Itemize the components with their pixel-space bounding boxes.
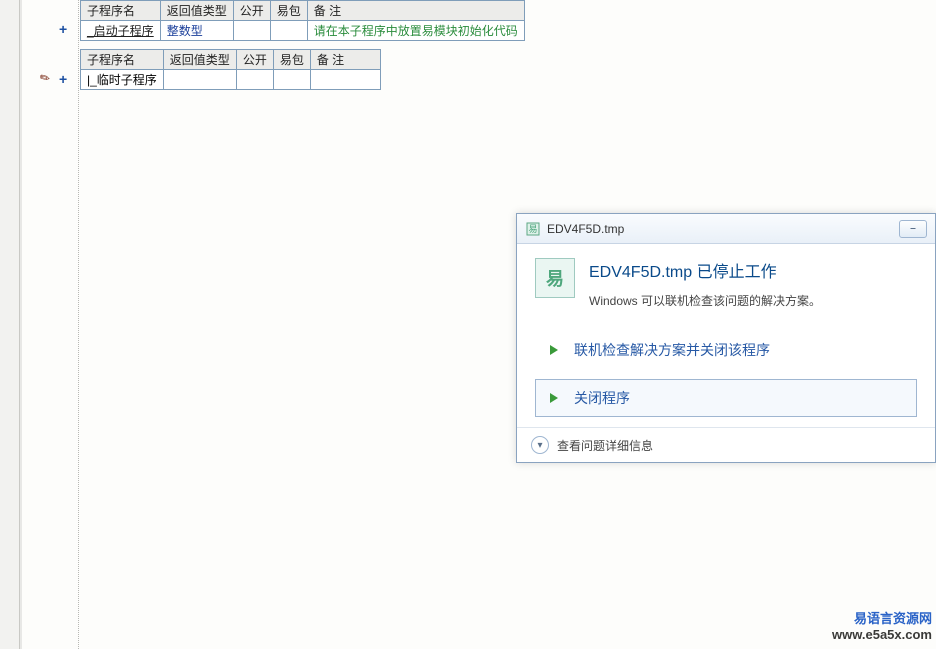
dialog-large-app-icon: 易 (535, 258, 575, 298)
expand-icon[interactable]: + (59, 71, 67, 87)
col-header-ypackage: 易包 (273, 50, 310, 70)
table-header-row: 子程序名 返回值类型 公开 易包 备 注 (81, 1, 525, 21)
col-header-name: 子程序名 (81, 50, 164, 70)
option-close-program[interactable]: 关闭程序 (535, 379, 917, 417)
dialog-heading: EDV4F5D.tmp 已停止工作 (589, 258, 821, 282)
window-buttons: ⎯ (899, 220, 927, 238)
dialog-titlebar[interactable]: 易 EDV4F5D.tmp ⎯ (517, 214, 935, 244)
col-header-remark: 备 注 (307, 1, 524, 21)
col-header-public: 公开 (233, 1, 270, 21)
col-header-ret: 返回值类型 (160, 1, 233, 21)
watermark-line1: 易语言资源网 (832, 611, 932, 627)
cell-public[interactable] (233, 21, 270, 41)
cell-remark[interactable] (310, 70, 380, 90)
col-header-public: 公开 (236, 50, 273, 70)
col-header-ret: 返回值类型 (163, 50, 236, 70)
svg-text:易: 易 (528, 224, 537, 234)
arrow-right-icon (546, 342, 562, 358)
cell-ypackage[interactable] (270, 21, 307, 41)
watermark: 易语言资源网 www.e5a5x.com (832, 611, 932, 644)
table-header-row: 子程序名 返回值类型 公开 易包 备 注 (81, 50, 381, 70)
option-label: 联机检查解决方案并关闭该程序 (574, 340, 770, 360)
view-details-link[interactable]: 查看问题详细信息 (557, 437, 653, 454)
cell-name[interactable]: _启动子程序 (81, 21, 161, 41)
cell-public[interactable] (236, 70, 273, 90)
minimize-button[interactable]: ⎯ (899, 220, 927, 238)
dialog-body: 易 EDV4F5D.tmp 已停止工作 Windows 可以联机检查该问题的解决… (517, 244, 935, 427)
cell-ret-type[interactable]: 整数型 (160, 21, 233, 41)
option-label: 关闭程序 (574, 388, 630, 408)
arrow-right-icon (546, 390, 562, 406)
dialog-title: EDV4F5D.tmp (547, 222, 624, 236)
line-number-gutter (0, 0, 20, 649)
crash-dialog: 易 EDV4F5D.tmp ⎯ 易 EDV4F5D.tmp 已停止工作 Wind… (516, 213, 936, 463)
marker-gutter (22, 0, 78, 649)
cell-name[interactable]: |_临时子程序 (81, 70, 164, 90)
table-row[interactable]: _启动子程序 整数型 请在本子程序中放置易模块初始化代码 (81, 21, 525, 41)
col-header-remark: 备 注 (310, 50, 380, 70)
col-header-name: 子程序名 (81, 1, 161, 21)
option-check-online[interactable]: 联机检查解决方案并关闭该程序 (535, 331, 917, 369)
table-row[interactable]: |_临时子程序 (81, 70, 381, 90)
cell-ypackage[interactable] (273, 70, 310, 90)
dialog-subtext: Windows 可以联机检查该问题的解决方案。 (589, 292, 821, 309)
cell-remark[interactable]: 请在本子程序中放置易模块初始化代码 (307, 21, 524, 41)
cell-ret-type[interactable] (163, 70, 236, 90)
chevron-down-icon[interactable]: ▾ (531, 436, 549, 454)
expand-icon[interactable]: + (59, 21, 67, 37)
fold-line (78, 0, 79, 649)
dialog-footer: ▾ 查看问题详细信息 (517, 427, 935, 462)
dialog-options: 联机检查解决方案并关闭该程序 关闭程序 (535, 331, 917, 417)
watermark-url: www.e5a5x.com (832, 627, 932, 643)
subroutine-table: 子程序名 返回值类型 公开 易包 备 注 |_临时子程序 (80, 49, 381, 90)
col-header-ypackage: 易包 (270, 1, 307, 21)
dialog-app-icon: 易 (525, 221, 541, 237)
subroutine-table: 子程序名 返回值类型 公开 易包 备 注 _启动子程序 整数型 请在本子程序中放… (80, 0, 525, 41)
